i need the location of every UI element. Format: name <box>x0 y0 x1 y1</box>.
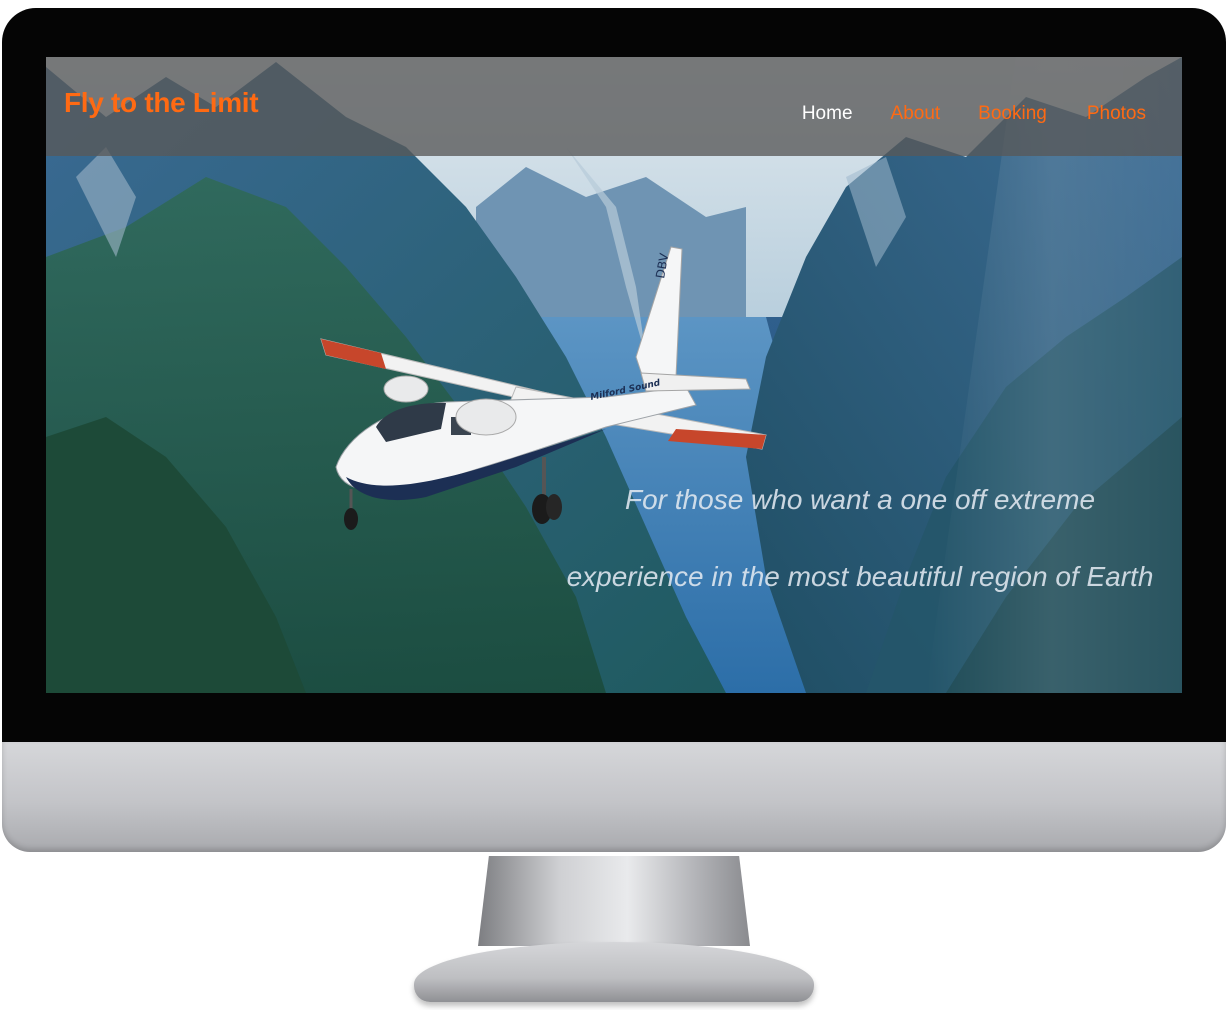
monitor-chin <box>2 742 1226 852</box>
site-header: Fly to the Limit Home About Booking Phot… <box>46 57 1182 156</box>
hero-tagline: For those who want a one off extreme exp… <box>566 484 1154 592</box>
desktop-monitor: DBV Milford Sound Fly to the Limit Home … <box>0 4 1228 1002</box>
nav-link-home[interactable]: Home <box>802 103 853 125</box>
main-nav: Home About Booking Photos <box>802 103 1146 125</box>
monitor-stand <box>478 856 750 946</box>
monitor-foot <box>414 942 814 1002</box>
nav-link-booking[interactable]: Booking <box>978 103 1047 125</box>
nav-link-photos[interactable]: Photos <box>1087 103 1146 125</box>
monitor-screen: DBV Milford Sound Fly to the Limit Home … <box>46 57 1182 693</box>
nav-link-about[interactable]: About <box>891 103 941 125</box>
site-logo[interactable]: Fly to the Limit <box>64 87 259 119</box>
